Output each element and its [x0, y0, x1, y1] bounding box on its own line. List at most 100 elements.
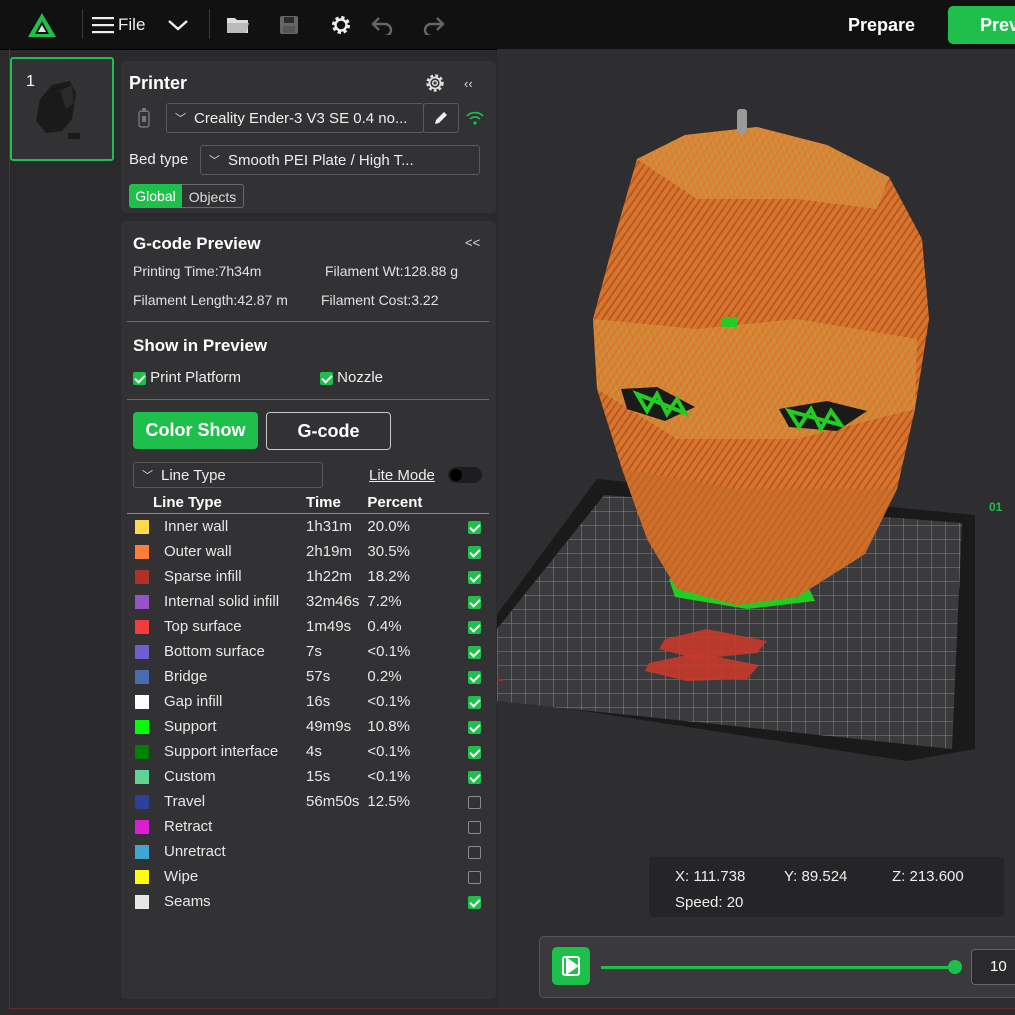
table-row: Bridge 57s 0.2% — [127, 664, 489, 689]
printer-title: Printer — [129, 73, 188, 93]
visibility-checkbox[interactable] — [468, 820, 482, 834]
table-row: Internal solid infill 32m46s 7.2% — [127, 589, 489, 614]
coordinate-readout: X: 111.738 Y: 89.524 Z: 213.600 Speed: 2… — [649, 857, 1004, 917]
lite-mode-toggle[interactable] — [448, 467, 482, 483]
visibility-checkbox[interactable] — [468, 570, 482, 584]
wifi-icon[interactable] — [465, 110, 485, 131]
printer-select[interactable]: ﹀ Creality Ender-3 V3 SE 0.4 no... — [166, 103, 424, 133]
visibility-checkbox[interactable] — [468, 520, 482, 534]
line-type-time — [306, 839, 367, 864]
gear-icon[interactable] — [329, 10, 353, 40]
print-platform-label: Print Platform — [150, 369, 242, 386]
undo-icon[interactable] — [371, 10, 393, 40]
bed-type-value: Smooth PEI Plate / High T... — [228, 151, 414, 169]
printer-collapse-button[interactable]: ‹‹ — [464, 76, 473, 91]
line-type-name: Gap infill — [164, 693, 223, 710]
table-row: Sparse infill 1h22m 18.2% — [127, 564, 489, 589]
visibility-checkbox[interactable] — [468, 595, 482, 609]
line-type-percent: 30.5% — [367, 543, 410, 560]
print-platform-checkbox[interactable] — [133, 371, 146, 385]
nozzle — [737, 109, 747, 133]
color-swatch — [135, 520, 149, 535]
visibility-checkbox[interactable] — [468, 770, 482, 784]
file-label: File — [118, 15, 146, 34]
edit-printer-button[interactable] — [423, 103, 459, 133]
visibility-checkbox[interactable] — [468, 720, 482, 734]
layer-slider-track[interactable] — [601, 966, 956, 969]
visibility-checkbox[interactable] — [468, 670, 482, 684]
prepare-tab[interactable]: Prepare — [832, 8, 931, 42]
file-menu[interactable]: File — [92, 10, 145, 40]
print-platform-option[interactable]: Print Platform — [133, 369, 241, 386]
line-type-time: 4s — [306, 743, 322, 760]
printer-settings-gear-icon[interactable] — [424, 72, 446, 99]
table-row: Inner wall 1h31m 20.0% — [127, 514, 489, 540]
visibility-checkbox[interactable] — [468, 695, 482, 709]
color-swatch — [135, 595, 149, 610]
visibility-checkbox[interactable] — [468, 795, 482, 809]
visibility-checkbox[interactable] — [468, 870, 482, 884]
nozzle-checkbox[interactable] — [320, 371, 333, 385]
play-icon[interactable] — [552, 947, 590, 985]
layer-slider-knob[interactable] — [948, 960, 962, 974]
color-swatch — [135, 770, 149, 785]
redo-icon[interactable] — [423, 10, 445, 40]
line-type-name: Inner wall — [164, 518, 229, 535]
col-percent: Percent — [367, 491, 451, 514]
hamburger-icon — [92, 17, 114, 34]
plate-thumbnail[interactable]: 1 — [10, 57, 114, 161]
visibility-checkbox[interactable] — [468, 895, 482, 909]
layer-number-input[interactable]: 10 — [971, 949, 1015, 985]
line-type-percent: 12.5% — [367, 793, 410, 810]
chevron-down-icon: ﹀ — [175, 113, 186, 125]
line-type-percent — [367, 864, 450, 889]
line-type-percent: 0.2% — [367, 668, 402, 685]
line-type-value: Line Type — [161, 466, 226, 484]
line-type-name: Support interface — [164, 743, 279, 760]
tab-global[interactable]: Global — [129, 184, 182, 208]
bed-type-select[interactable]: ﹀ Smooth PEI Plate / High T... — [200, 145, 480, 175]
lite-mode-label: Lite Mode — [369, 467, 435, 484]
line-type-time: 56m50s — [306, 793, 360, 810]
line-type-percent: <0.1% — [367, 743, 411, 760]
color-swatch — [135, 870, 149, 885]
line-type-name: Unretract — [164, 843, 226, 860]
line-type-name: Bridge — [164, 668, 208, 685]
line-type-percent — [367, 889, 450, 914]
gcode-collapse-button[interactable]: << — [465, 235, 480, 250]
visibility-checkbox[interactable] — [468, 620, 482, 634]
visibility-checkbox[interactable] — [468, 745, 482, 759]
visibility-checkbox[interactable] — [468, 845, 482, 859]
line-type-percent: <0.1% — [367, 643, 411, 660]
printer-name: Creality Ender-3 V3 SE 0.4 no... — [194, 109, 408, 127]
save-icon[interactable] — [279, 10, 299, 40]
visibility-checkbox[interactable] — [468, 545, 482, 559]
line-type-percent: <0.1% — [367, 693, 411, 710]
line-type-percent: 0.4% — [367, 618, 402, 635]
nozzle-option[interactable]: Nozzle — [320, 369, 383, 386]
coord-y: Y: 89.524 — [784, 868, 848, 885]
gcode-button[interactable]: G-code — [266, 412, 391, 450]
printer-type-icon — [136, 106, 152, 135]
line-type-name: Support — [164, 718, 217, 735]
line-type-time — [306, 864, 367, 889]
line-type-name: Bottom surface — [164, 643, 265, 660]
filament-weight: Filament Wt:128.88 g — [325, 263, 459, 279]
color-swatch — [135, 745, 149, 760]
model-thumbnail — [36, 81, 80, 139]
preview-tab[interactable]: Prev — [948, 6, 1015, 44]
bed-label: 01 — [989, 500, 1003, 514]
line-type-time: 1h22m — [306, 568, 352, 585]
chevron-down-icon[interactable] — [167, 10, 189, 40]
table-row: Bottom surface 7s <0.1% — [127, 639, 489, 664]
open-folder-icon[interactable] — [226, 10, 250, 40]
color-show-button[interactable]: Color Show — [133, 412, 258, 449]
tab-objects[interactable]: Objects — [182, 184, 244, 208]
app-logo-icon[interactable] — [27, 10, 57, 40]
speed-readout: Speed: 20 — [675, 894, 744, 911]
coord-z: Z: 213.600 — [892, 868, 964, 885]
line-type-percent: <0.1% — [367, 768, 411, 785]
line-type-select[interactable]: ﹀ Line Type — [133, 462, 323, 488]
visibility-checkbox[interactable] — [468, 645, 482, 659]
chevron-down-icon: ﹀ — [209, 155, 220, 167]
